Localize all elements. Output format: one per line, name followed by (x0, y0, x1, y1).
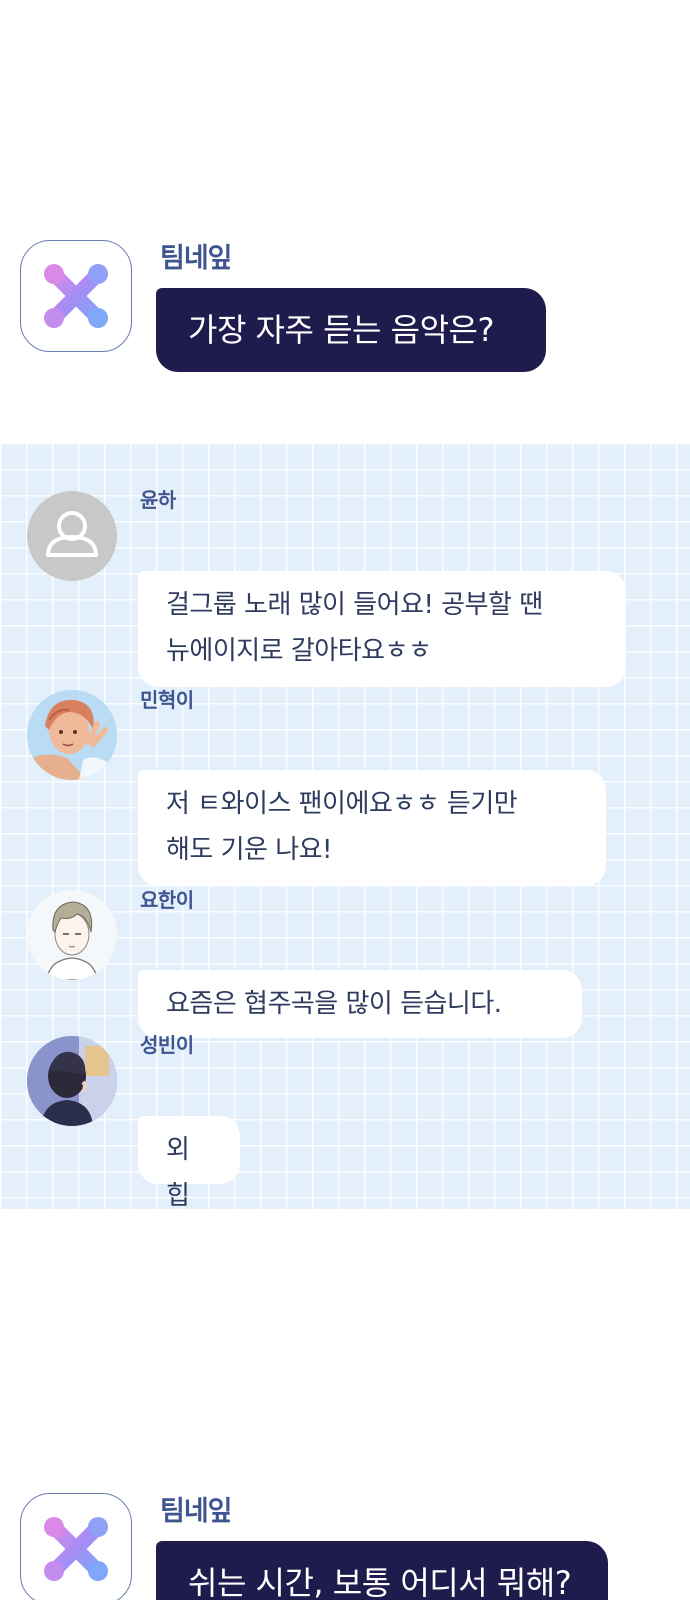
avatar (27, 491, 117, 581)
seongbin-portrait-icon (27, 1036, 117, 1126)
answer-bubble: 요즘은 협주곡을 많이 듣습니다. (138, 970, 582, 1038)
avatar (27, 890, 117, 980)
answer-line: 해도 기운 나요! (166, 835, 332, 865)
question-bubble: 가장 자주 듣는 음악은? (156, 288, 546, 372)
host-name: 팀네잎 (160, 1496, 233, 1527)
user-name: 성빈이 (140, 1033, 194, 1057)
team-logo-avatar (20, 1493, 132, 1600)
answer-line: 외힙 (166, 1135, 190, 1211)
answer-line: 요즘은 협주곡을 많이 듣습니다. (166, 989, 502, 1019)
question-bubble: 쉬는 시간, 보통 어디서 뭐해? (156, 1541, 608, 1600)
answer-bubble: 걸그룹 노래 많이 들어요! 공부할 땐 뉴에이지로 갈아타요ㅎㅎ (138, 571, 626, 687)
team-logo-avatar (20, 240, 132, 352)
user-name: 윤하 (140, 488, 176, 512)
clover-x-logo-icon (44, 1517, 108, 1581)
answers-chat-area: 윤하 걸그룹 노래 많이 들어요! 공부할 땐 뉴에이지로 갈아타요ㅎㅎ 민혁이 (0, 443, 690, 1211)
answer-line: 저 ㅌ와이스 팬이에요ㅎㅎ 듣기만 (166, 789, 518, 819)
host-name: 팀네잎 (160, 243, 233, 274)
yohan-portrait-icon (27, 890, 117, 980)
answer-line: 걸그룹 노래 많이 들어요! 공부할 땐 (166, 590, 543, 620)
clover-x-logo-icon (44, 264, 108, 328)
avatar (27, 1036, 117, 1126)
default-person-icon (46, 511, 98, 557)
user-name: 민혁이 (140, 688, 194, 712)
answer-line: 뉴에이지로 갈아타요ㅎㅎ (166, 636, 432, 666)
user-name: 요한이 (140, 888, 194, 912)
answer-bubble: 저 ㅌ와이스 팬이에요ㅎㅎ 듣기만 해도 기운 나요! (138, 770, 606, 886)
answer-bubble: 외힙 (138, 1116, 240, 1211)
avatar (27, 690, 117, 780)
minhyuk-portrait-icon (27, 690, 117, 780)
